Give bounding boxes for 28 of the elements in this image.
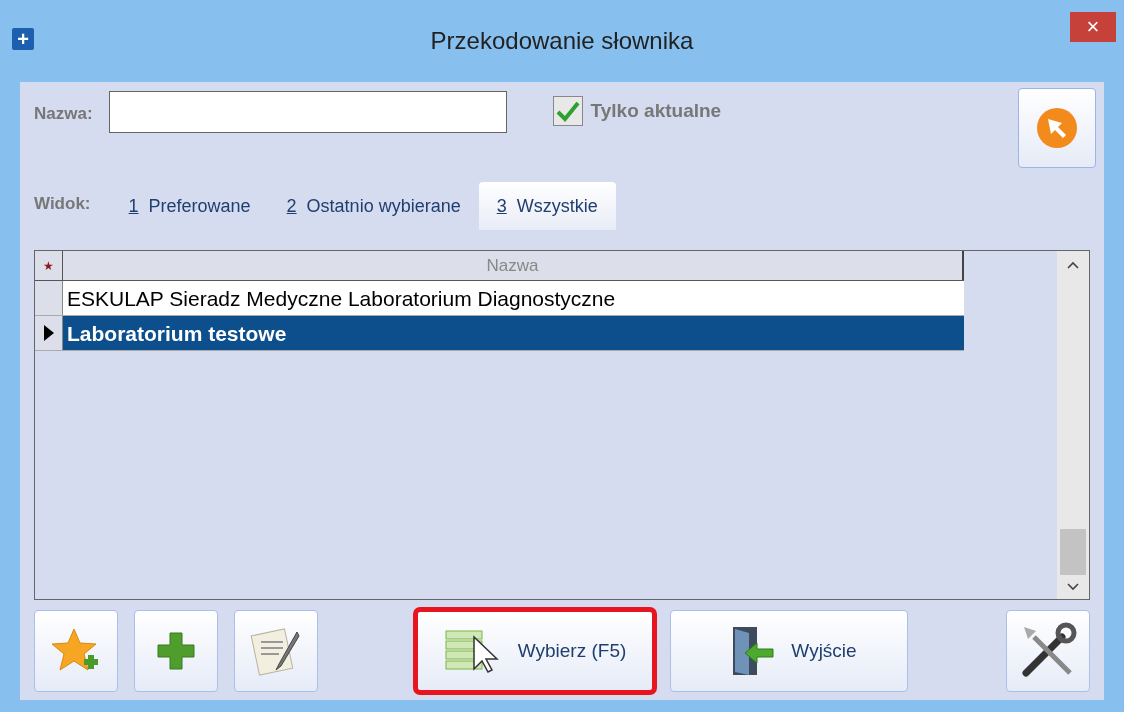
scroll-up-icon[interactable] bbox=[1067, 261, 1079, 269]
action-button[interactable]: Wyjście bbox=[670, 610, 908, 692]
table-cell-text: Laboratorium testowe bbox=[66, 321, 287, 347]
table-cell-text: ESKULAP Sieradz Medyczne Laboratorium Diagnostyczne bbox=[66, 286, 616, 312]
view-tab[interactable]: 3 Wszystkie bbox=[478, 182, 616, 230]
row-pointer-icon bbox=[42, 324, 55, 342]
scroll-down-icon[interactable] bbox=[1067, 583, 1079, 591]
refresh-button[interactable] bbox=[1018, 88, 1096, 168]
app-icon: + bbox=[12, 28, 34, 50]
name-input[interactable] bbox=[108, 91, 507, 133]
action-button[interactable]: Wybierz (F5) bbox=[416, 610, 654, 692]
scrollbar[interactable] bbox=[1057, 251, 1089, 599]
view-tab[interactable]: 1 Preferowane bbox=[110, 182, 269, 230]
checkbox-label: Tylko aktualne bbox=[590, 98, 722, 123]
close-button[interactable]: × bbox=[1070, 12, 1116, 42]
scrollbar-thumb[interactable] bbox=[1060, 529, 1086, 575]
toolbar-button[interactable] bbox=[1006, 610, 1090, 692]
arrow-circle-icon bbox=[1035, 106, 1079, 150]
window-title: Przekodowanie słownika bbox=[430, 26, 694, 56]
view-tab[interactable]: 2 Ostatnio wybierane bbox=[268, 182, 479, 230]
name-label: Nazwa: bbox=[34, 103, 93, 125]
plus-icon bbox=[156, 631, 196, 671]
table-row[interactable]: ESKULAP Sieradz Medyczne Laboratorium Diagnostyczne bbox=[35, 281, 964, 316]
table-row[interactable]: Laboratorium testowe bbox=[35, 316, 964, 351]
checkmark-icon bbox=[555, 100, 580, 122]
view-label: Widok: bbox=[34, 192, 91, 215]
star-header: ★ bbox=[35, 251, 63, 280]
checkbox[interactable] bbox=[552, 96, 583, 126]
